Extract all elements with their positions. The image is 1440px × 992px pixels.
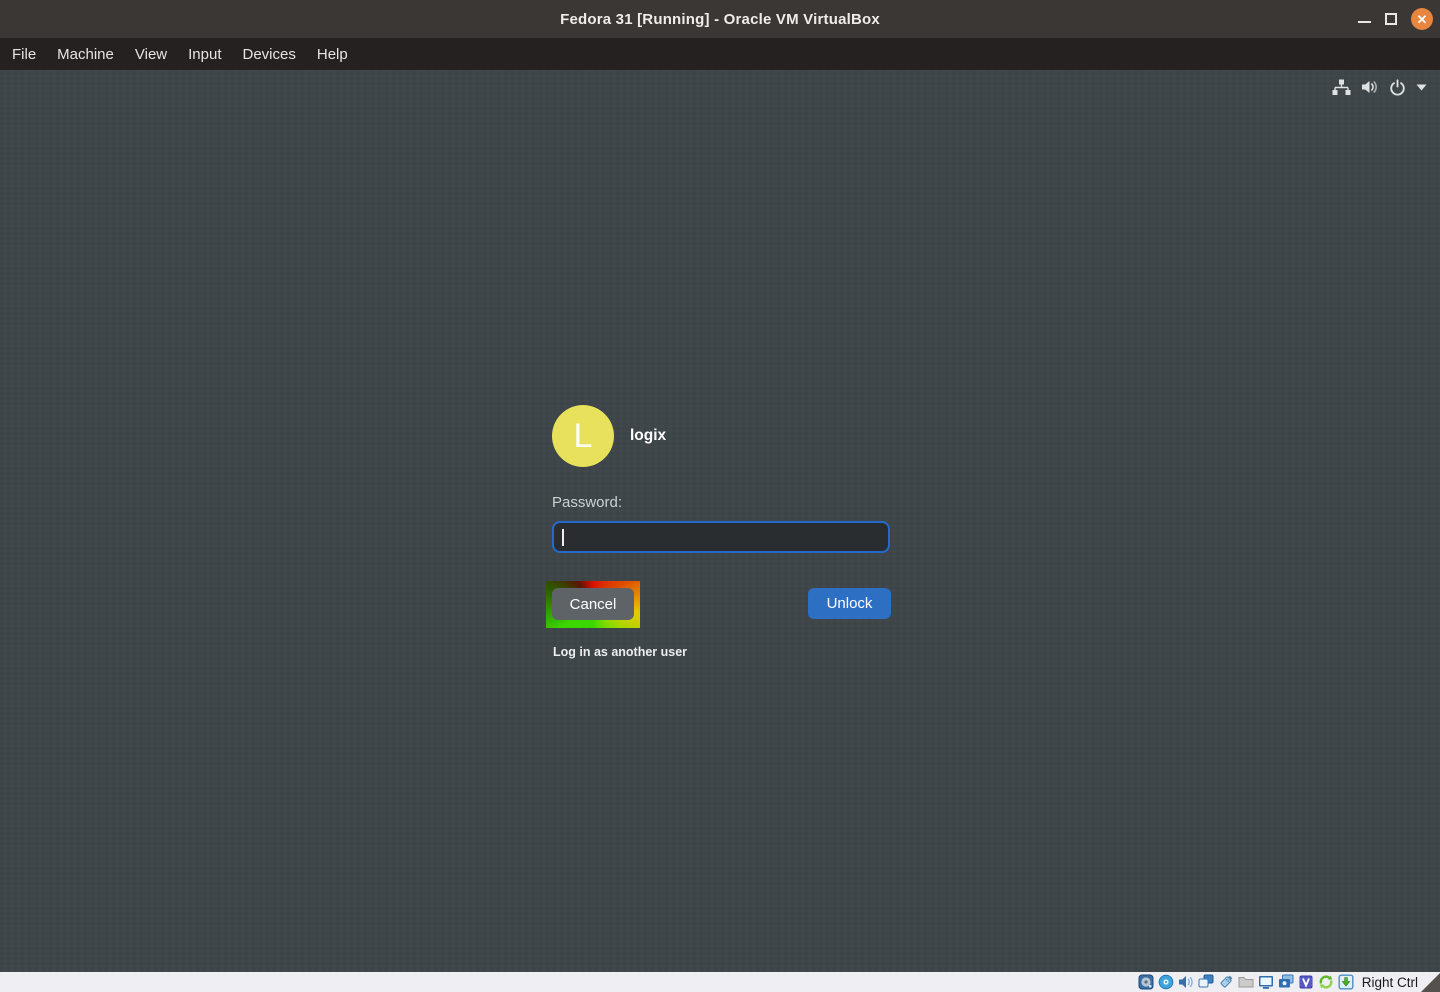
usb-icon[interactable] bbox=[1218, 974, 1234, 990]
mouse-integration-icon[interactable] bbox=[1318, 974, 1334, 990]
menu-file[interactable]: File bbox=[12, 46, 36, 63]
username: logix bbox=[630, 427, 666, 445]
host-key-label: Right Ctrl bbox=[1362, 975, 1418, 990]
chevron-down-icon[interactable] bbox=[1416, 84, 1427, 91]
titlebar: Fedora 31 [Running] - Oracle VM VirtualB… bbox=[0, 0, 1440, 38]
maximize-icon[interactable] bbox=[1385, 13, 1397, 25]
optical-disk-icon[interactable] bbox=[1158, 974, 1174, 990]
resize-grip[interactable] bbox=[1421, 973, 1440, 992]
menu-view[interactable]: View bbox=[135, 46, 167, 63]
menu-machine[interactable]: Machine bbox=[57, 46, 114, 63]
cancel-button[interactable]: Cancel bbox=[552, 588, 634, 620]
recording-icon[interactable] bbox=[1278, 974, 1294, 990]
statusbar: Right Ctrl bbox=[0, 972, 1440, 992]
system-tray bbox=[1332, 77, 1427, 97]
audio-icon[interactable] bbox=[1178, 974, 1194, 990]
password-input[interactable] bbox=[552, 521, 890, 553]
menu-input[interactable]: Input bbox=[188, 46, 221, 63]
menu-help[interactable]: Help bbox=[317, 46, 348, 63]
menu-devices[interactable]: Devices bbox=[243, 46, 296, 63]
virtualbox-window: Fedora 31 [Running] - Oracle VM VirtualB… bbox=[0, 0, 1440, 992]
login-as-another-user-link[interactable]: Log in as another user bbox=[553, 645, 687, 659]
menubar: File Machine View Input Devices Help bbox=[0, 38, 1440, 70]
network-icon[interactable] bbox=[1332, 79, 1351, 96]
cancel-highlight-annotation: Cancel bbox=[546, 581, 640, 628]
minimize-icon[interactable] bbox=[1358, 21, 1371, 23]
network-adapters-icon[interactable] bbox=[1198, 974, 1214, 990]
virtualization-icon[interactable] bbox=[1298, 974, 1314, 990]
close-icon[interactable]: ✕ bbox=[1411, 8, 1433, 30]
user-row: L logix bbox=[552, 405, 666, 467]
display-icon[interactable] bbox=[1258, 974, 1274, 990]
guest-screen: L logix Password: Cancel Unlock Log in a… bbox=[0, 70, 1440, 972]
volume-icon[interactable] bbox=[1361, 79, 1379, 95]
avatar: L bbox=[552, 405, 614, 467]
keyboard-capture-icon[interactable] bbox=[1338, 974, 1354, 990]
shared-folders-icon[interactable] bbox=[1238, 974, 1254, 990]
unlock-button[interactable]: Unlock bbox=[808, 588, 891, 619]
window-title: Fedora 31 [Running] - Oracle VM VirtualB… bbox=[560, 11, 880, 28]
hdd-icon[interactable] bbox=[1138, 974, 1154, 990]
window-controls: ✕ bbox=[1358, 0, 1433, 38]
password-label: Password: bbox=[552, 494, 622, 511]
avatar-letter: L bbox=[574, 417, 593, 456]
power-icon[interactable] bbox=[1389, 79, 1406, 96]
